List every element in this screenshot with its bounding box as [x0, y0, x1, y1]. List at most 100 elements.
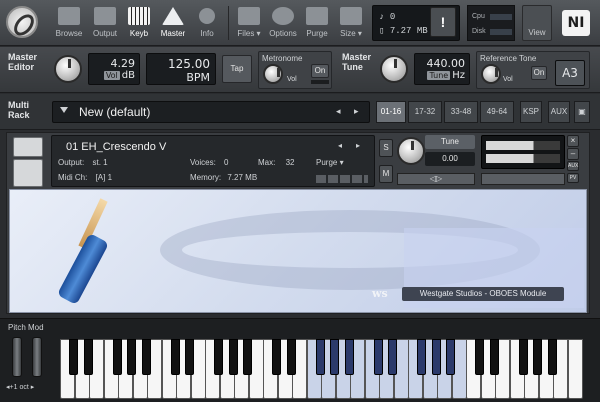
reference-on-button[interactable]: On [531, 66, 547, 80]
warning-button[interactable]: ! [430, 7, 456, 37]
black-key[interactable] [446, 339, 456, 375]
max-voices-field[interactable]: Max: 32 [258, 158, 294, 167]
instrument-purge-menu[interactable]: Purge ▾ [316, 158, 344, 167]
black-key[interactable] [286, 339, 296, 375]
octave-shift-control[interactable]: ◂+1 oct ▸ [6, 383, 34, 391]
master-volume-knob[interactable] [54, 55, 82, 83]
black-key[interactable] [185, 339, 195, 375]
rack-page-17-32[interactable]: 17-32 [408, 101, 442, 123]
tap-button[interactable]: Tap [222, 55, 252, 83]
master-tune-display[interactable]: 440.00 Tune Hz [414, 53, 470, 85]
black-key[interactable] [518, 339, 528, 375]
info-icon [199, 8, 215, 24]
black-key[interactable] [83, 339, 93, 375]
black-key[interactable] [69, 339, 79, 375]
metronome-volume-knob[interactable] [263, 64, 283, 84]
instrument-tune-knob[interactable] [397, 137, 425, 165]
solo-button[interactable]: S [379, 139, 393, 157]
metronome-on-button[interactable]: On [311, 64, 329, 78]
main-toolbar: Browse Output Keyb Master Info Files ▾ O… [0, 0, 600, 46]
black-key[interactable] [533, 339, 543, 375]
metronome-led [311, 80, 329, 84]
voices-count: 0 [389, 12, 396, 22]
mod-wheel[interactable] [32, 337, 42, 377]
rack-options-icon[interactable]: ▣ [574, 101, 590, 123]
multi-prev-icon[interactable]: ◂ [336, 106, 341, 117]
options-button[interactable]: Options [266, 4, 300, 42]
black-key[interactable] [373, 339, 383, 375]
instrument-volume-slider[interactable] [481, 173, 565, 185]
info-button[interactable]: Info [190, 4, 224, 42]
toolbar-divider [228, 6, 229, 40]
browse-label: Browse [55, 29, 83, 38]
black-key[interactable] [431, 339, 441, 375]
instrument-artwork: ws Westgate Studios - OBOES Module [9, 189, 587, 313]
mute-button[interactable]: M [379, 165, 393, 183]
ksp-button[interactable]: KSP [520, 101, 542, 123]
output-label: Output: [58, 158, 85, 167]
rack-page-1-16[interactable]: 01-16 [376, 101, 406, 123]
close-instrument-icon[interactable]: × [567, 135, 579, 147]
pan-slider[interactable]: ◁▷ [397, 173, 475, 185]
multi-name-field[interactable]: New (default) [52, 101, 370, 123]
keyboard-button[interactable]: Keyb [122, 4, 156, 42]
aux-sends-button[interactable]: AUX [567, 161, 579, 171]
black-key[interactable] [228, 339, 238, 375]
black-key[interactable] [547, 339, 557, 375]
instrument-next-icon[interactable]: ▸ [356, 141, 360, 150]
piano-keyboard[interactable] [60, 339, 583, 399]
black-key[interactable] [272, 339, 282, 375]
tune-unit: Tune [427, 71, 451, 80]
wrench-icon[interactable] [13, 137, 43, 157]
black-key[interactable] [388, 339, 398, 375]
rack-page-33-48[interactable]: 33-48 [444, 101, 478, 123]
instrument-name[interactable]: 01 EH_Crescendo V [56, 139, 370, 155]
rack-page-49-64[interactable]: 49-64 [480, 101, 514, 123]
native-instruments-logo: NI [562, 10, 590, 36]
black-key[interactable] [112, 339, 122, 375]
mixer-icon [94, 7, 116, 25]
pitch-wheel[interactable] [12, 337, 22, 377]
black-key[interactable] [489, 339, 499, 375]
tune-value[interactable]: 0.00 [425, 152, 475, 166]
browse-button[interactable]: Browse [52, 4, 86, 42]
black-key[interactable] [141, 339, 151, 375]
master-button[interactable]: Master [156, 4, 190, 42]
multi-dropdown-icon[interactable] [60, 107, 68, 113]
oboe-image [56, 232, 110, 306]
black-key[interactable] [344, 339, 354, 375]
master-tune-knob[interactable] [380, 55, 408, 83]
output-button[interactable]: Output [88, 4, 122, 42]
master-volume-display[interactable]: 4.29 Vol dB [88, 53, 140, 85]
tempo-display[interactable]: 125.00 BPM [146, 53, 216, 85]
midi-channel-field[interactable]: Midi Ch: [A] 1 [58, 173, 112, 182]
reference-note-selector[interactable]: A3 [555, 60, 585, 86]
keyboard-panel: Pitch Mod ◂+1 oct ▸ [0, 318, 600, 402]
black-key[interactable] [170, 339, 180, 375]
files-menu-button[interactable]: Files ▾ [232, 4, 266, 42]
multi-next-icon[interactable]: ▸ [354, 106, 359, 117]
memory-label: Memory: [190, 173, 222, 182]
black-key[interactable] [417, 339, 427, 375]
midi-value: [A] 1 [95, 173, 113, 182]
black-key[interactable] [127, 339, 137, 375]
instrument-prev-icon[interactable]: ◂ [338, 141, 342, 150]
voices-label: Voices: [190, 158, 216, 167]
black-key[interactable] [214, 339, 224, 375]
reference-volume-knob[interactable] [481, 64, 501, 84]
black-key[interactable] [315, 339, 325, 375]
black-key[interactable] [330, 339, 340, 375]
pv-button[interactable]: PV [567, 173, 579, 183]
disk-meter [490, 29, 512, 35]
black-key[interactable] [475, 339, 485, 375]
view-button[interactable]: View [522, 5, 552, 41]
aux-button[interactable]: AUX [548, 101, 570, 123]
tempo-unit: BPM [186, 71, 210, 84]
minimize-instrument-icon[interactable]: – [567, 148, 579, 160]
midi-label: Midi Ch: [58, 173, 88, 182]
output-field[interactable]: Output: st. 1 [58, 158, 108, 167]
purge-button[interactable]: Purge [300, 4, 334, 42]
white-key[interactable] [567, 339, 583, 399]
size-menu-button[interactable]: Size ▾ [334, 4, 368, 42]
black-key[interactable] [243, 339, 253, 375]
